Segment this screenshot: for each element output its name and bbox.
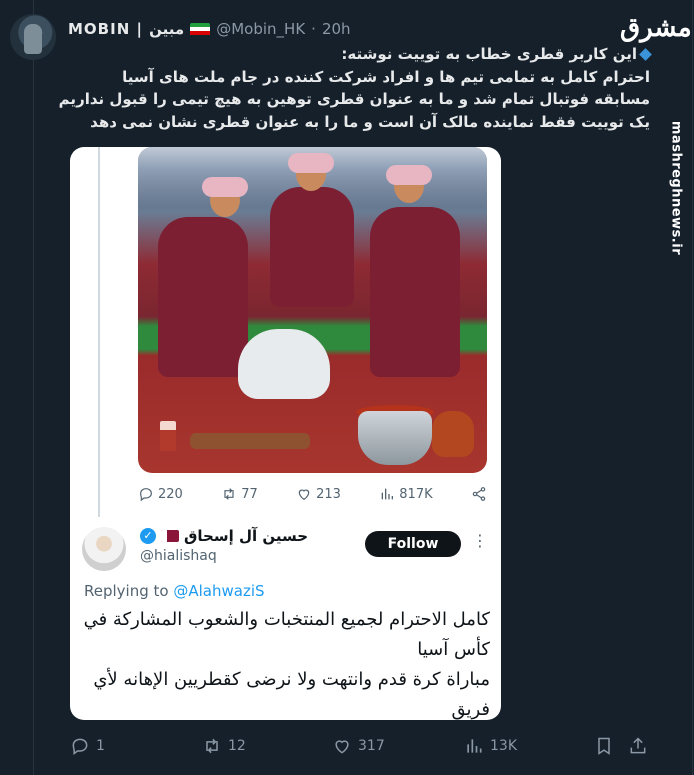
reply-author-avatar[interactable]	[82, 527, 126, 571]
retweet-button[interactable]: 12	[202, 736, 246, 756]
author-handle[interactable]: @Mobin_HK	[216, 20, 305, 38]
timeline-right-rule	[692, 0, 693, 775]
thread-connector-line	[98, 147, 100, 517]
tweet-time[interactable]: 20h	[322, 20, 351, 38]
embedded-share[interactable]	[471, 486, 487, 502]
bookmark-icon	[598, 737, 610, 755]
views-icon	[381, 488, 394, 500]
embedded-screenshot-card[interactable]: 220 77 213 817K ✓ حسين آل إسحاق @hialish…	[70, 147, 501, 720]
retweet-icon	[206, 738, 218, 754]
thread-left-rule	[33, 0, 34, 775]
tweet-text-line-2: احترام کامل به تمامی تیم ها و افراد شرکت…	[122, 67, 650, 86]
reply-text-line-2: كأس آسيا	[417, 639, 490, 660]
embedded-reply[interactable]: 220	[138, 486, 183, 502]
embedded-like[interactable]: 213	[296, 486, 341, 502]
more-options-icon[interactable]: ⋮	[472, 531, 488, 550]
tweet-header: MOBIN | مبین @Mobin_HK · 20h	[68, 18, 351, 40]
reply-text-line-4: فريق	[451, 699, 490, 720]
views-button[interactable]: 13K	[464, 736, 517, 756]
share-button[interactable]	[628, 736, 648, 756]
views-icon	[467, 739, 482, 753]
reply-author-name[interactable]: حسين آل إسحاق	[184, 527, 308, 545]
share-icon	[630, 737, 646, 754]
embedded-views[interactable]: 817K	[379, 486, 433, 502]
tweet-text: این کاربر قطری خطاب به توییت نوشته: احتر…	[58, 43, 652, 133]
embedded-retweet[interactable]: 77	[221, 486, 258, 502]
share-icon	[472, 487, 486, 501]
replying-to: Replying to @AlahwaziS	[84, 582, 265, 600]
reply-button[interactable]: 1	[70, 736, 105, 756]
bookmark-button[interactable]	[594, 736, 614, 756]
like-icon	[298, 489, 310, 501]
reply-text-line-1: كامل الاحترام لجميع المنتخبات والشعوب ال…	[83, 609, 490, 630]
tweet-text-line-1: این کاربر قطری خطاب به توییت نوشته:	[80, 43, 652, 66]
embedded-actions: 220 77 213 817K	[138, 483, 487, 505]
watermark-url: mashreghnews.ir	[668, 120, 684, 256]
author-display-name[interactable]: MOBIN | مبین	[68, 20, 184, 38]
tweet-image[interactable]	[138, 147, 487, 473]
reply-icon	[140, 488, 152, 502]
verified-icon: ✓	[140, 528, 156, 544]
reply-text-line-3: مباراة كرة قدم وانتهت ولا نرضى كقطريين ا…	[93, 669, 490, 690]
like-button[interactable]: 317	[332, 736, 385, 756]
reply-author-handle[interactable]: @hialishaq	[140, 548, 217, 564]
reply-author-name-row[interactable]: ✓ حسين آل إسحاق	[140, 527, 308, 545]
replying-to-mention[interactable]: @AlahwaziS	[173, 582, 264, 600]
mashregh-logo: مشرق	[620, 13, 692, 43]
like-icon	[335, 740, 349, 754]
separator-dot: ·	[311, 20, 316, 38]
iran-flag-icon	[190, 22, 211, 36]
reply-icon	[72, 738, 88, 755]
author-avatar[interactable]	[10, 14, 56, 60]
reply-text: كامل الاحترام لجميع المنتخبات والشعوب ال…	[84, 605, 490, 720]
tweet-actions: 1 12 317 13K	[70, 733, 650, 759]
follow-button[interactable]: Follow	[365, 531, 461, 557]
tweet-text-line-4: یک توییت فقط نماینده مالک آن است و ما را…	[90, 112, 650, 131]
retweet-icon	[224, 488, 234, 500]
tweet-text-line-3: مسابقه فوتبال تمام شد و ما به عنوان قطری…	[58, 90, 650, 108]
diamond-icon	[639, 48, 652, 61]
qatar-flag-icon	[161, 530, 179, 542]
